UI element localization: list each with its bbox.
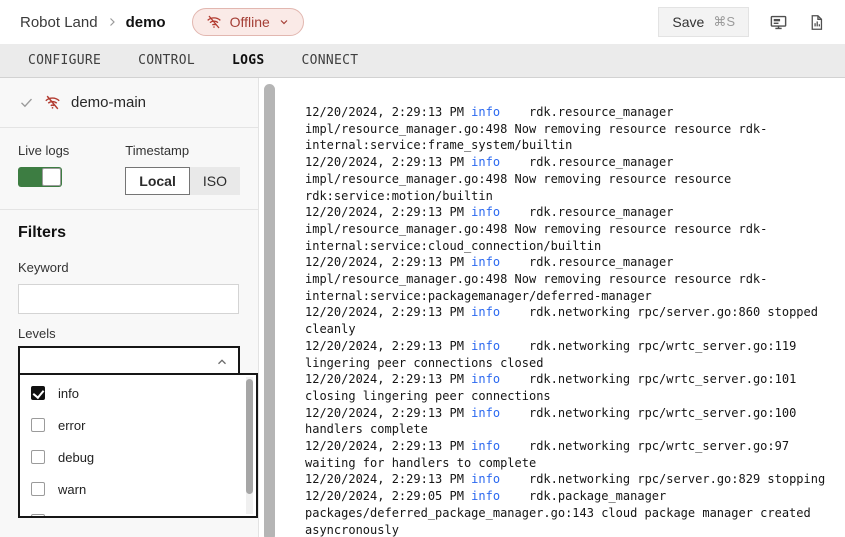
tab-connect[interactable]: CONNECT [302,53,359,68]
live-logs-toggle[interactable] [18,167,62,187]
top-bar: Robot Land demo Offline Save ⌘S [0,0,845,44]
log-message: rdk.networking rpc/server.go:829 stoppin… [500,472,825,486]
checkbox-partial[interactable] [31,514,45,518]
tab-bar: CONFIGURE CONTROL LOGS CONNECT [0,44,845,78]
levels-dropdown: info error debug warn [18,373,258,518]
filters-title: Filters [18,224,240,242]
keyword-label: Keyword [18,260,240,275]
log-level: info [471,155,500,169]
monitor-icon[interactable] [769,13,788,32]
log-level: info [471,489,500,503]
levels-option-label: error [58,418,85,433]
chevron-right-icon [106,16,118,28]
log-timestamp: 12/20/2024, 2:29:13 PM [305,472,471,486]
log-timestamp: 12/20/2024, 2:29:13 PM [305,305,471,319]
save-button[interactable]: Save ⌘S [658,7,749,37]
log-timestamp: 12/20/2024, 2:29:13 PM [305,105,471,119]
log-level: info [471,439,500,453]
timestamp-option-iso[interactable]: ISO [190,167,240,195]
log-entry: 12/20/2024, 2:29:13 PM info rdk.resource… [305,104,840,154]
log-timestamp: 12/20/2024, 2:29:13 PM [305,439,471,453]
log-level: info [471,205,500,219]
log-entry: 12/20/2024, 2:29:13 PM info rdk.networki… [305,438,840,471]
part-name: demo-main [71,94,146,111]
topbar-actions: Save ⌘S [658,7,825,37]
log-list: 12/20/2024, 2:29:13 PM info rdk.resource… [280,78,840,537]
dropdown-scrollbar-thumb[interactable] [246,379,253,494]
tab-logs[interactable]: LOGS [232,53,265,68]
log-timestamp: 12/20/2024, 2:29:13 PM [305,339,471,353]
log-entry: 12/20/2024, 2:29:13 PM info rdk.resource… [305,154,840,204]
log-timestamp: 12/20/2024, 2:29:13 PM [305,155,471,169]
log-timestamp: 12/20/2024, 2:29:05 PM [305,489,471,503]
toggle-knob [42,168,61,186]
log-panel: 12/20/2024, 2:29:13 PM info rdk.resource… [280,78,845,537]
breadcrumb: Robot Land demo [20,14,166,31]
dropdown-scrollbar[interactable] [246,377,253,514]
part-row-demo-main[interactable]: demo-main [0,78,258,128]
levels-option-partial[interactable] [20,505,256,518]
log-timestamp: 12/20/2024, 2:29:13 PM [305,205,471,219]
timestamp-segmented-control: Local ISO [125,167,240,195]
levels-option-debug[interactable]: debug [20,441,256,473]
checkbox-debug[interactable] [31,450,45,464]
sidebar-scrollbar-thumb[interactable] [264,84,275,537]
keyword-input[interactable] [18,284,239,314]
file-chart-icon[interactable] [808,13,825,32]
timestamp-label: Timestamp [125,143,240,158]
levels-option-label: debug [58,450,94,465]
log-entry: 12/20/2024, 2:29:13 PM info rdk.networki… [305,371,840,404]
levels-option-warn[interactable]: warn [20,473,256,505]
machine-status-badge[interactable]: Offline [192,8,304,36]
checkbox-info[interactable] [31,386,45,400]
log-level: info [471,472,500,486]
wifi-off-icon [206,14,222,30]
main-content: demo-main Live logs Timestamp Local ISO … [0,78,845,537]
status-badge-label: Offline [230,14,270,30]
tab-configure[interactable]: CONFIGURE [28,53,101,68]
log-level: info [471,406,500,420]
save-shortcut: ⌘S [713,14,735,30]
breadcrumb-org-link[interactable]: Robot Land [20,14,98,31]
breadcrumb-machine: demo [126,14,166,31]
log-entry: 12/20/2024, 2:29:13 PM info rdk.resource… [305,254,840,304]
log-timestamp: 12/20/2024, 2:29:13 PM [305,372,471,386]
levels-label: Levels [18,326,240,341]
levels-option-info[interactable]: info [20,377,256,409]
log-level: info [471,305,500,319]
filters-section: Filters Keyword Levels [0,210,258,377]
log-entry: 12/20/2024, 2:29:13 PM info rdk.networki… [305,405,840,438]
logs-sidebar: demo-main Live logs Timestamp Local ISO … [0,78,259,537]
live-logs-label: Live logs [18,143,125,158]
log-entry: 12/20/2024, 2:29:05 PM info rdk.package_… [305,488,840,537]
tab-control[interactable]: CONTROL [138,53,195,68]
log-level: info [471,255,500,269]
wifi-off-icon [44,94,61,111]
levels-option-error[interactable]: error [20,409,256,441]
log-level: info [471,372,500,386]
log-controls: Live logs Timestamp Local ISO [0,128,258,210]
checkbox-warn[interactable] [31,482,45,496]
checkbox-error[interactable] [31,418,45,432]
levels-option-label: warn [58,482,86,497]
timestamp-option-local[interactable]: Local [125,167,190,195]
log-level: info [471,105,500,119]
chevron-up-icon [215,355,229,369]
save-button-label: Save [672,14,704,30]
log-entry: 12/20/2024, 2:29:13 PM info rdk.resource… [305,204,840,254]
log-timestamp: 12/20/2024, 2:29:13 PM [305,255,471,269]
check-icon [19,95,34,110]
log-entry: 12/20/2024, 2:29:13 PM info rdk.networki… [305,338,840,371]
levels-option-label: info [58,386,79,401]
log-entry: 12/20/2024, 2:29:13 PM info rdk.networki… [305,471,840,488]
chevron-down-icon [278,16,290,28]
levels-dropdown-list: info error debug warn [20,375,256,518]
log-level: info [471,339,500,353]
sidebar-scrollbar[interactable] [259,78,280,537]
log-timestamp: 12/20/2024, 2:29:13 PM [305,406,471,420]
log-entry: 12/20/2024, 2:29:13 PM info rdk.networki… [305,304,840,337]
